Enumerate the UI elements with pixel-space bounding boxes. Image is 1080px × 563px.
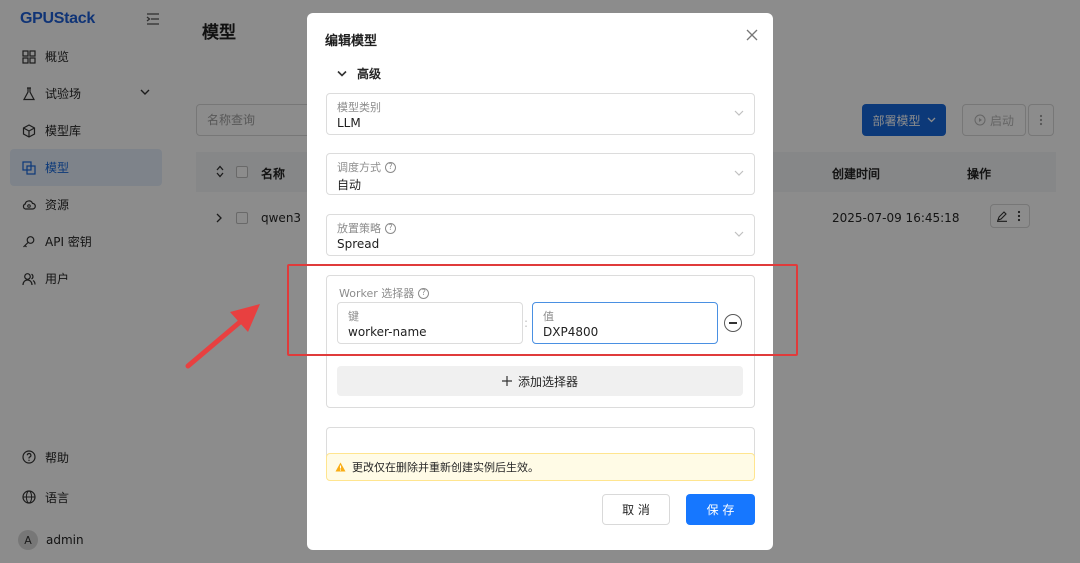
add-selector-label: 添加选择器 (517, 374, 578, 389)
placement-strategy-label-text: 放置策略 (337, 222, 381, 235)
schedule-mode-label-text: 调度方式 (337, 161, 381, 174)
schedule-mode-label: 调度方式? (337, 159, 396, 175)
warning-alert: 更改仅在删除并重新创建实例后生效。 (326, 453, 755, 481)
advanced-label: 高级 (357, 67, 382, 81)
chevron-down-icon (337, 70, 347, 77)
model-type-select[interactable]: 模型类别 LLM (326, 93, 755, 135)
schedule-mode-value: 自动 (337, 178, 362, 192)
model-type-label: 模型类别 (337, 101, 381, 114)
placement-strategy-value: Spread (337, 237, 380, 251)
placement-strategy-select[interactable]: 放置策略? Spread (326, 214, 755, 256)
warning-text: 更改仅在删除并重新创建实例后生效。 (352, 461, 539, 474)
close-icon[interactable] (745, 28, 759, 42)
plus-icon (501, 376, 512, 386)
chevron-down-icon (734, 170, 744, 176)
chevron-down-icon (734, 231, 744, 237)
placement-strategy-label: 放置策略? (337, 220, 396, 236)
warning-icon (335, 462, 346, 472)
chevron-down-icon (734, 110, 744, 116)
question-icon[interactable]: ? (385, 161, 396, 173)
model-type-value: LLM (337, 116, 361, 130)
schedule-mode-select[interactable]: 调度方式? 自动 (326, 153, 755, 195)
annotation-arrow-icon (185, 304, 260, 369)
annotation-highlight-box (287, 264, 798, 356)
modal-title: 编辑模型 (325, 34, 378, 49)
add-selector-button[interactable]: 添加选择器 (337, 366, 743, 396)
cancel-button[interactable]: 取 消 (602, 494, 670, 525)
save-button[interactable]: 保 存 (686, 494, 755, 525)
question-icon[interactable]: ? (385, 222, 396, 234)
advanced-section-toggle[interactable]: 高级 (337, 65, 381, 82)
